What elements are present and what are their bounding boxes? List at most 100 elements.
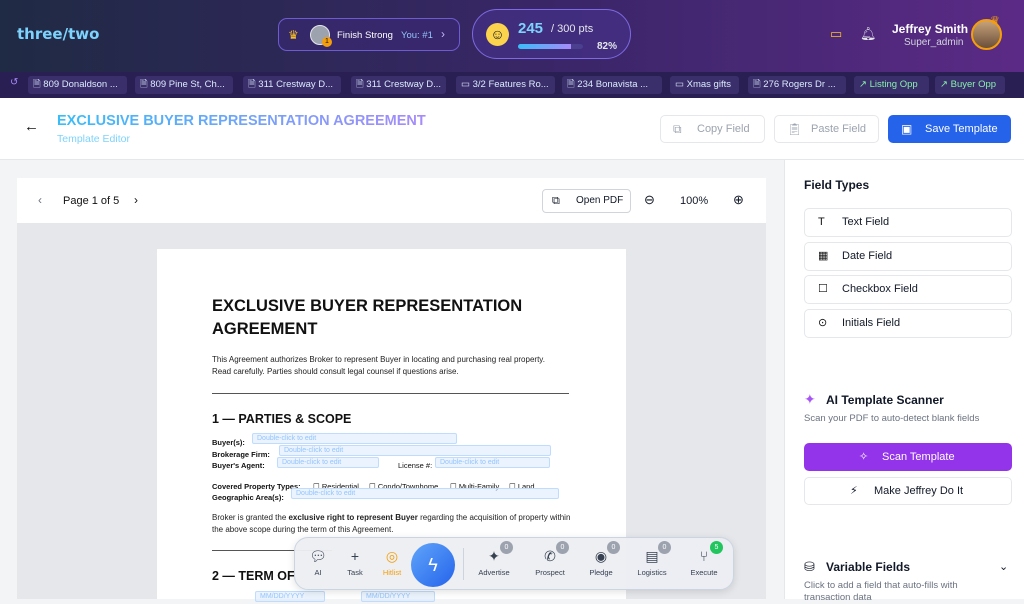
user-name: Jeffrey Smith: [892, 22, 969, 36]
divider: [212, 393, 569, 394]
recent-tab[interactable]: ▭ Xmas gifts: [670, 76, 739, 94]
covered-label: Covered Property Types:: [212, 482, 301, 491]
user-role: Super_admin: [904, 37, 964, 48]
recent-tab-label: 311 Crestway D...: [366, 79, 442, 90]
back-arrow-icon[interactable]: ←: [24, 118, 39, 135]
top-bar: three/two ♛ 1 Finish Strong You: #1 › ☺ …: [0, 0, 1024, 72]
make-jeffrey-do-it-button[interactable]: ⚡︎ Make Jeffrey Do It: [804, 477, 1012, 505]
start-date-field[interactable]: MM/DD/YYYY: [255, 591, 325, 602]
document-title: EXCLUSIVE BUYER REPRESENTATION AGREEMENT: [212, 297, 523, 338]
zoom-level: 100%: [680, 195, 709, 207]
open-pdf-button[interactable]: ⧉ Open PDF: [542, 189, 631, 213]
document-icon: 🗎︎: [33, 79, 44, 90]
paste-field-button[interactable]: 📋︎ Paste Field: [774, 115, 879, 143]
body-text-1: Broker is granted the: [212, 513, 289, 522]
agent-field[interactable]: Double-click to edit: [277, 457, 379, 468]
trend-icon: ↗: [859, 79, 870, 90]
recent-tab[interactable]: ▭ 3/2 Features Ro...: [456, 76, 555, 94]
dock-hitlist[interactable]: ◎ Hitlist: [370, 547, 414, 577]
scan-template-button[interactable]: ✧ Scan Template: [804, 443, 1012, 471]
points-widget[interactable]: ☺ 245 / 300 pts 82%: [472, 9, 631, 59]
brokerage-field[interactable]: Double-click to edit: [279, 445, 551, 456]
dock-label: Prospect: [535, 568, 565, 577]
recent-tab[interactable]: 🗎︎ 234 Bonavista ...: [562, 76, 662, 94]
save-template-label: Save Template: [925, 123, 998, 135]
recent-tab[interactable]: 🗎︎ 276 Rogers Dr ...: [748, 76, 846, 94]
copy-field-label: Copy Field: [697, 123, 750, 135]
copy-icon: ⧉: [673, 122, 682, 136]
field-type-label: Date Field: [842, 250, 893, 262]
history-icon[interactable]: ↺: [10, 77, 18, 88]
initials-icon: ⊙: [818, 317, 828, 329]
variable-fields-title[interactable]: Variable Fields: [826, 560, 910, 574]
document-icon: 🗎︎: [567, 79, 578, 90]
zoom-out-icon[interactable]: ⊖: [644, 192, 655, 208]
initials-field-option[interactable]: ⊙ Initials Field: [804, 309, 1012, 338]
next-page-icon[interactable]: ›: [134, 193, 138, 207]
buyer-label: Buyer(s):: [212, 438, 245, 447]
section-1-heading: 1 — PARTIES & SCOPE: [212, 412, 352, 426]
copy-field-button[interactable]: ⧉ Copy Field: [660, 115, 765, 143]
points-progress-fill: [518, 44, 572, 49]
pdf-viewer: ‹ Page 1 of 5 › ⧉ Open PDF ⊖ 100% ⊕ EXCL…: [17, 178, 766, 602]
lightning-button[interactable]: ϟ: [411, 543, 455, 587]
document-body: Broker is granted the exclusive right to…: [212, 512, 577, 536]
dock-label: Pledge: [589, 568, 613, 577]
field-types-title: Field Types: [804, 178, 870, 192]
save-template-button[interactable]: ▣ Save Template: [888, 115, 1011, 143]
recent-tab[interactable]: 🗎︎ 311 Crestway D...: [351, 76, 446, 94]
zoom-in-icon[interactable]: ⊕: [733, 192, 744, 208]
document-intro: This Agreement authorizes Broker to repr…: [212, 355, 545, 376]
bell-icon[interactable]: 🔔︎: [860, 26, 877, 42]
scan-template-label: Scan Template: [882, 451, 955, 463]
checkbox-field-option[interactable]: ☐ Checkbox Field: [804, 275, 1012, 304]
date-field-option[interactable]: ▦ Date Field: [804, 242, 1012, 271]
geo-field[interactable]: Double-click to edit: [291, 488, 559, 499]
end-date-field[interactable]: MM/DD/YYYY: [361, 591, 435, 602]
dock-pledge[interactable]: ◉ Pledge 0: [579, 541, 623, 577]
folder-icon[interactable]: ▭: [830, 26, 842, 42]
points-percent: 82%: [597, 41, 618, 52]
field-type-label: Text Field: [842, 216, 890, 228]
leaderboard-pill[interactable]: ♛ 1 Finish Strong You: #1 ›: [278, 18, 460, 51]
save-icon: ▣: [901, 122, 913, 136]
document-icon: 🗎︎: [248, 79, 259, 90]
text-field-option[interactable]: T Text Field: [804, 208, 1012, 237]
prev-page-icon[interactable]: ‹: [38, 193, 42, 207]
page-title: EXCLUSIVE BUYER REPRESENTATION AGREEMENT: [57, 113, 426, 129]
dock-advertise[interactable]: ✦ Advertise 0: [472, 541, 516, 577]
buyer-field[interactable]: Double-click to edit: [252, 433, 457, 444]
recent-tab[interactable]: ↗ Buyer Opp: [935, 76, 1005, 94]
recent-tab-label: Xmas gifts: [686, 79, 731, 90]
chevron-down-icon[interactable]: ⌄: [999, 560, 1008, 573]
paste-icon: 📋︎: [787, 122, 803, 136]
brokerage-label: Brokerage Firm:: [212, 450, 270, 459]
license-field[interactable]: Double-click to edit: [435, 457, 550, 468]
dock-prospect[interactable]: ✆ Prospect 0: [528, 541, 572, 577]
ai-scanner-desc: Scan your PDF to auto-detect blank field…: [804, 413, 980, 424]
recent-tab-label: Buyer Opp: [950, 79, 997, 90]
recent-tab-label: 809 Donaldson ...: [43, 79, 118, 90]
app-logo[interactable]: three/two: [17, 25, 99, 43]
page-indicator: Page 1 of 5: [63, 195, 120, 207]
recent-tab-label: 3/2 Features Ro...: [472, 79, 549, 90]
dock-logistics[interactable]: ▤ Logistics 0: [630, 541, 674, 577]
recent-tab-label: 311 Crestway D...: [258, 79, 334, 90]
folder-icon: ▭: [461, 79, 473, 90]
trophy-icon: ♛: [288, 28, 299, 42]
external-link-icon: ⧉: [552, 195, 560, 207]
recent-tab[interactable]: 🗎︎ 809 Pine St, Ch...: [135, 76, 233, 94]
recent-tab[interactable]: 🗎︎ 809 Donaldson ...: [28, 76, 127, 94]
dock-execute[interactable]: ⑂ Execute 5: [682, 541, 726, 577]
recent-tab-label: Listing Opp: [869, 79, 918, 90]
action-dock: 💬︎ AI + Task ◎ Hitlist ϟ ✦ Advertise 0 ✆…: [294, 537, 734, 590]
recent-tab[interactable]: ↗ Listing Opp: [854, 76, 929, 94]
recent-tab[interactable]: 🗎︎ 311 Crestway D...: [243, 76, 341, 94]
document-icon: 🗎︎: [140, 79, 151, 90]
lightning-icon: ϟ: [428, 555, 438, 575]
field-type-label: Initials Field: [842, 317, 901, 329]
count-badge: 5: [710, 541, 723, 554]
open-pdf-label: Open PDF: [576, 195, 624, 206]
magic-wand-icon: ⚡︎: [850, 485, 858, 497]
count-badge: 0: [556, 541, 569, 554]
